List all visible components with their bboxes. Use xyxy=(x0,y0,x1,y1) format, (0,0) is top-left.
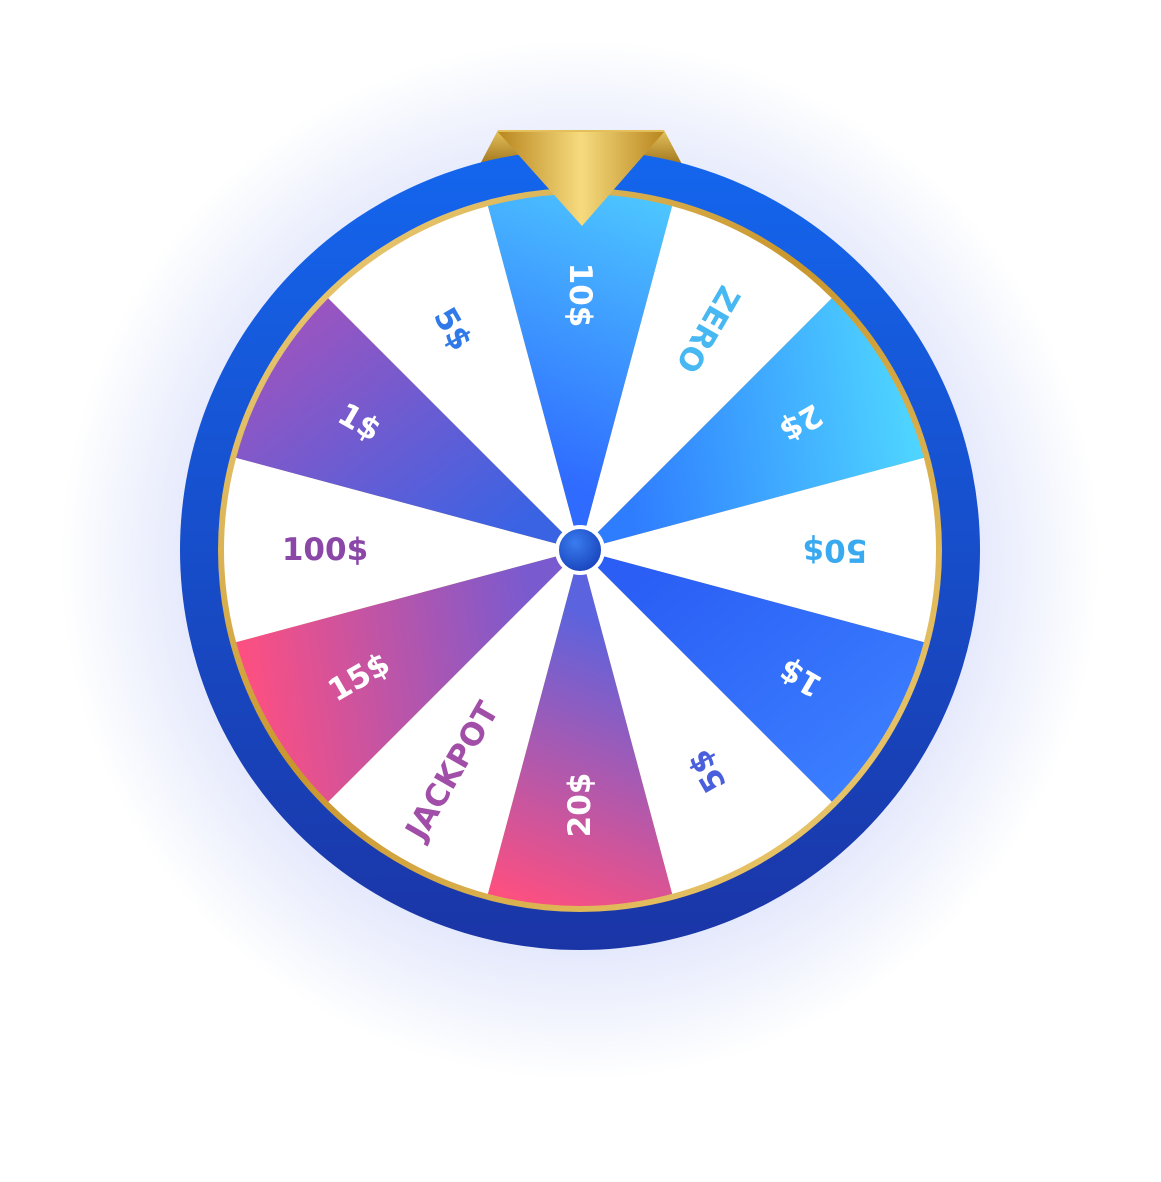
segment-label: 100$ xyxy=(282,532,368,568)
segment-label: 10$ xyxy=(562,263,598,328)
spin-wheel[interactable]: 10$ ZERO2$50$1$5$20$JACKPOT15$100$1$5$ xyxy=(0,0,1161,1182)
spin-wheel-game: 10$ ZERO 2$ 50$ 1$ 5$ 20$ JACKPOT 15$ 100$ 1$ 5$ xyxy=(0,0,1161,1182)
segment-label: 50$ xyxy=(803,532,868,568)
segment-label: 20$ xyxy=(562,773,598,838)
center-hub-icon[interactable] xyxy=(555,525,605,575)
